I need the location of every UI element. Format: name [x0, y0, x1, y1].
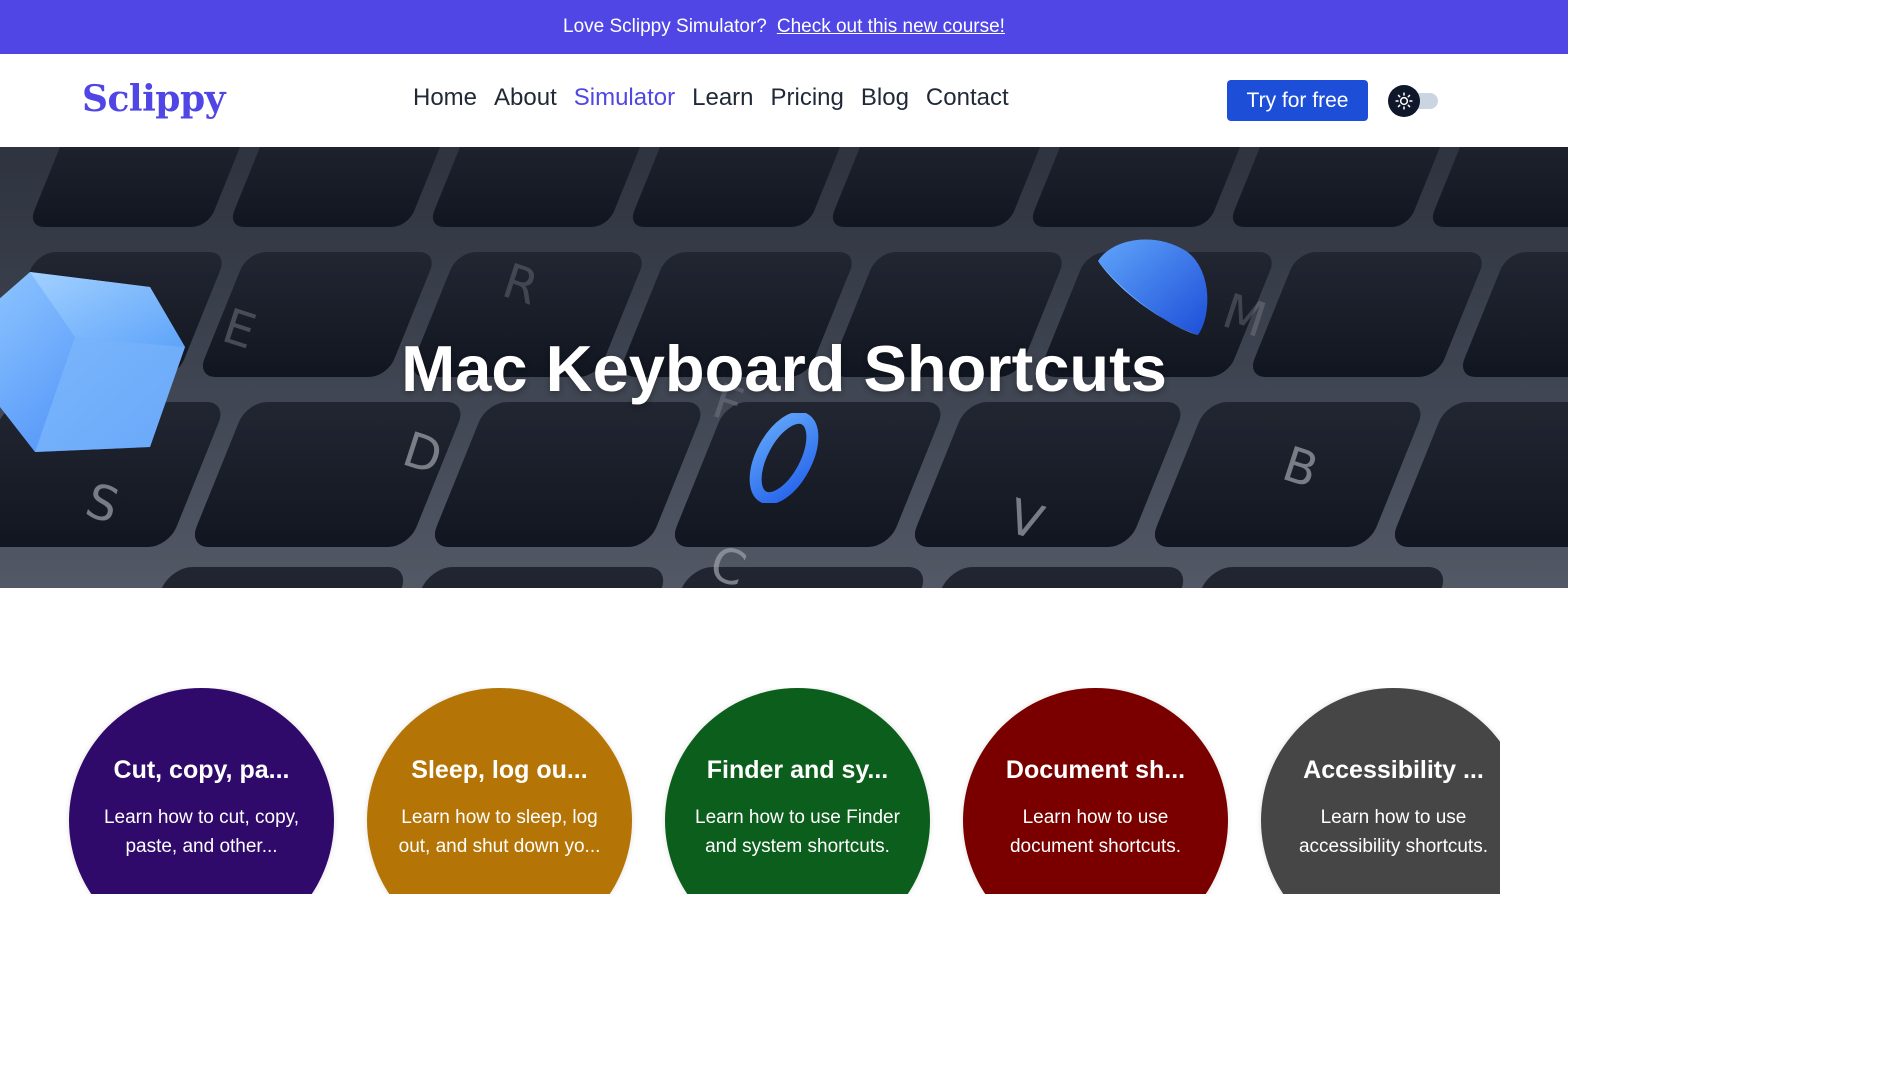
card-title: Cut, copy, pa...	[113, 756, 290, 784]
nav-link-contact[interactable]: Contact	[926, 84, 1009, 112]
card-description: Learn how to use Finder and system short…	[695, 807, 900, 857]
theme-toggle[interactable]	[1388, 85, 1438, 117]
ring-shape	[749, 413, 819, 503]
category-card-accessibility[interactable]: Accessibility ... Learn how to use acces…	[1261, 688, 1500, 894]
nav-link-blog[interactable]: Blog	[861, 84, 909, 112]
hero-section: S D C V B E R F M Mac Keyboard Shortcuts	[0, 147, 1568, 588]
promo-text: Love Sclippy Simulator?	[563, 16, 767, 37]
category-card-finder-system[interactable]: Finder and sy... Learn how to use Finder…	[665, 688, 930, 894]
hero-title: Mac Keyboard Shortcuts	[401, 332, 1167, 405]
category-card-document[interactable]: Document sh... Learn how to use document…	[963, 688, 1228, 894]
nav-link-home[interactable]: Home	[413, 84, 477, 112]
sun-icon	[1395, 92, 1413, 110]
category-card-sleep-logout[interactable]: Sleep, log ou... Learn how to sleep, log…	[367, 688, 632, 894]
card-title: Document sh...	[1005, 756, 1186, 784]
card-title: Accessibility ...	[1303, 756, 1484, 784]
card-description: Learn how to use document shortcuts.	[1009, 807, 1182, 857]
toggle-knob	[1388, 85, 1420, 117]
card-title: Sleep, log ou...	[411, 756, 588, 784]
promo-course-link[interactable]: Check out this new course!	[777, 16, 1005, 38]
nav-link-simulator[interactable]: Simulator	[574, 84, 675, 112]
nav-link-learn[interactable]: Learn	[692, 84, 753, 112]
main-navigation: Sclippy Home About Simulator Learn Prici…	[0, 54, 1568, 147]
sclippy-logo[interactable]: Sclippy	[82, 78, 226, 120]
card-title: Finder and sy...	[706, 756, 889, 784]
card-description: Learn how to sleep, log out, and shut do…	[398, 807, 601, 857]
card-description: Learn how to use accessibility shortcuts…	[1298, 807, 1488, 857]
nav-link-about[interactable]: About	[494, 84, 557, 112]
nav-links: Home About Simulator Learn Pricing Blog …	[413, 84, 1009, 112]
shortcut-categories: Cut, copy, pa... Learn how to cut, copy,…	[0, 688, 1500, 894]
card-description: Learn how to cut, copy, paste, and other…	[103, 807, 300, 857]
try-for-free-button[interactable]: Try for free	[1227, 80, 1368, 121]
promo-banner: Love Sclippy Simulator? Check out this n…	[0, 0, 1568, 54]
hemisphere-shape	[1098, 239, 1208, 335]
category-card-cut-copy-paste[interactable]: Cut, copy, pa... Learn how to cut, copy,…	[69, 688, 334, 894]
nav-link-pricing[interactable]: Pricing	[771, 84, 844, 112]
